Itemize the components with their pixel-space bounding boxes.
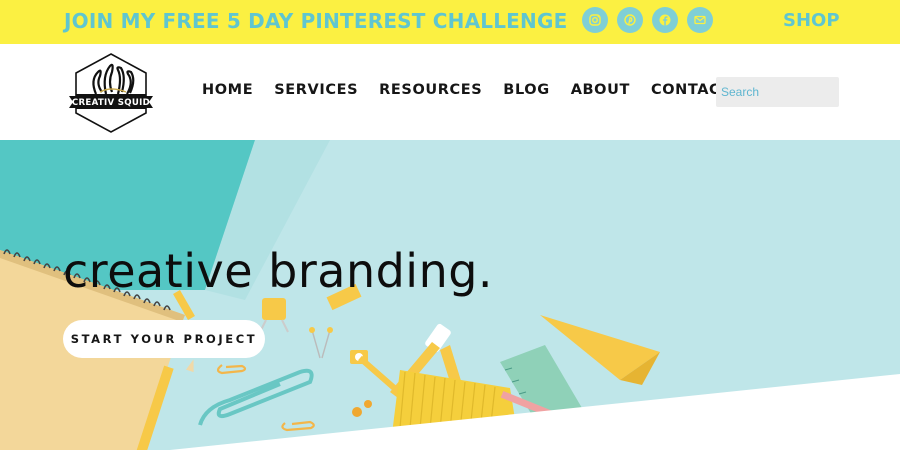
promo-bar: JOIN MY FREE 5 DAY PINTEREST CHALLENGE S… bbox=[0, 0, 900, 44]
nav-about[interactable]: ABOUT bbox=[571, 82, 630, 98]
nav-blog[interactable]: BLOG bbox=[503, 82, 549, 98]
logo-text: CREATIV SQUID bbox=[72, 98, 150, 108]
nav-resources[interactable]: RESOURCES bbox=[379, 82, 482, 98]
facebook-icon[interactable] bbox=[652, 7, 678, 33]
creativ-squid-logo[interactable]: CREATIV SQUID bbox=[66, 52, 156, 134]
nav-services[interactable]: SERVICES bbox=[274, 82, 358, 98]
email-icon[interactable] bbox=[687, 7, 713, 33]
nav-home[interactable]: HOME bbox=[202, 82, 253, 98]
hero-title: creative branding. bbox=[63, 244, 494, 298]
main-nav: HOME SERVICES RESOURCES BLOG ABOUT CONTA… bbox=[202, 82, 731, 98]
pinterest-icon[interactable] bbox=[617, 7, 643, 33]
hero-section: creative branding. START YOUR PROJECT bbox=[0, 140, 900, 450]
pinterest-challenge-link[interactable]: JOIN MY FREE 5 DAY PINTEREST CHALLENGE bbox=[64, 9, 567, 33]
social-icons bbox=[582, 7, 713, 33]
start-project-button[interactable]: START YOUR PROJECT bbox=[63, 320, 265, 358]
shop-link[interactable]: SHOP bbox=[783, 10, 840, 31]
site-header: CREATIV SQUID HOME SERVICES RESOURCES BL… bbox=[0, 44, 900, 140]
search-input[interactable] bbox=[716, 77, 839, 107]
instagram-icon[interactable] bbox=[582, 7, 608, 33]
